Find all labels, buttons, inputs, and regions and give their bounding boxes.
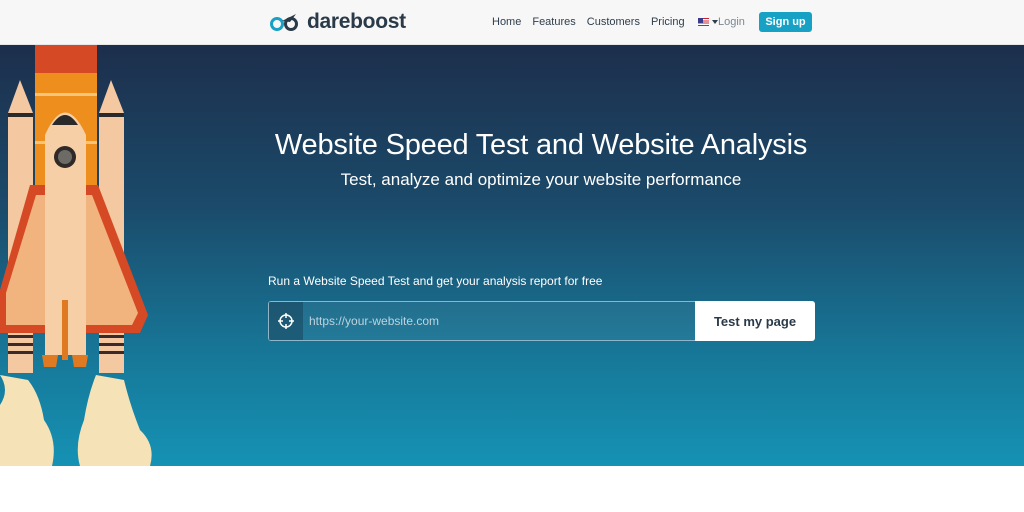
language-selector[interactable] <box>697 18 718 26</box>
nav-link-customers[interactable]: Customers <box>587 16 640 28</box>
crosshair-icon <box>269 302 303 340</box>
brand-name: dareboost <box>307 10 406 33</box>
binoculars-logo-icon <box>270 14 298 31</box>
signup-button[interactable]: Sign up <box>759 12 812 32</box>
us-flag-icon <box>697 18 709 26</box>
chevron-down-icon <box>711 20 718 24</box>
login-link[interactable]: Login <box>718 16 745 28</box>
speed-test-form: Test my page <box>268 301 815 341</box>
url-input[interactable] <box>303 302 695 340</box>
speed-test-label: Run a Website Speed Test and get your an… <box>268 274 603 288</box>
main-nav: Home Features Customers Pricing <box>492 0 718 44</box>
rocket-icon <box>0 45 152 466</box>
nav-link-home[interactable]: Home <box>492 16 521 28</box>
hero-title: Website Speed Test and Website Analysis <box>274 129 808 161</box>
test-my-page-button[interactable]: Test my page <box>695 301 815 341</box>
hero-subtitle: Test, analyze and optimize your website … <box>340 170 742 189</box>
url-input-group <box>268 301 695 341</box>
nav-link-features[interactable]: Features <box>532 16 575 28</box>
nav-link-pricing[interactable]: Pricing <box>651 16 685 28</box>
brand-logo[interactable]: dareboost <box>270 9 406 35</box>
hero-section: Website Speed Test and Website Analysis … <box>0 45 1024 466</box>
top-navbar: dareboost Home Features Customers Pricin… <box>0 0 1024 45</box>
